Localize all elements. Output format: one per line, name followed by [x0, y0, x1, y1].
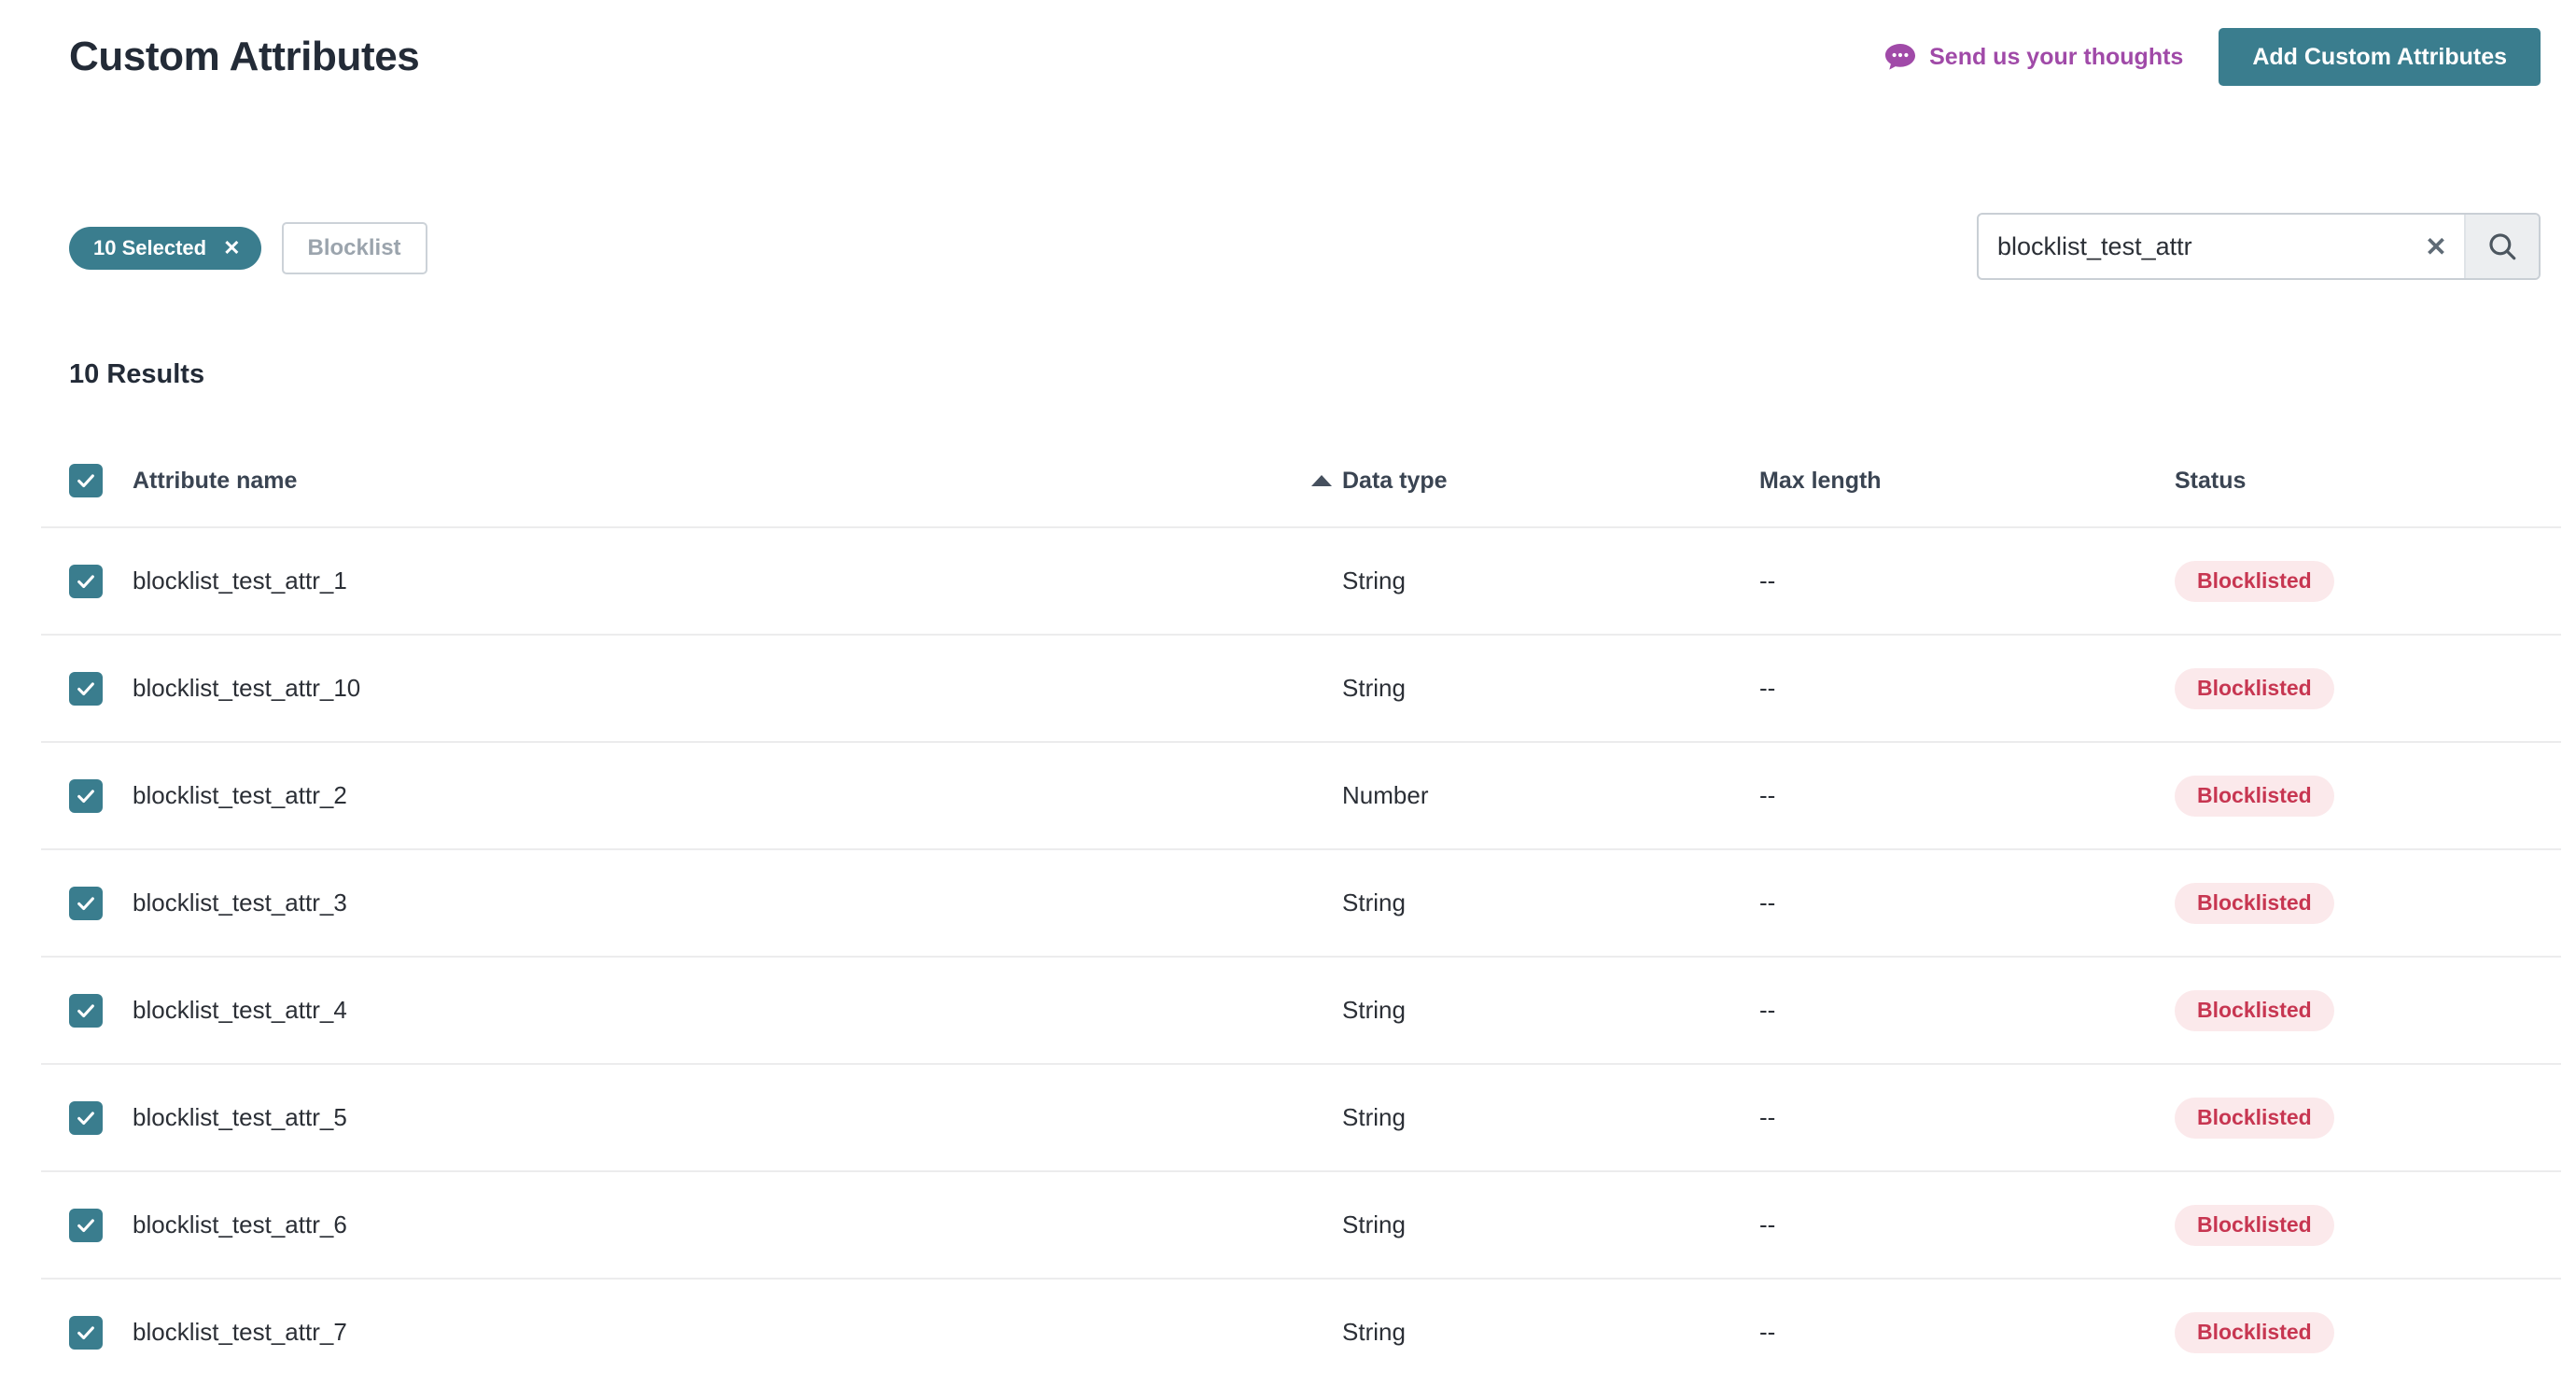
status-badge: Blocklisted	[2175, 1097, 2334, 1139]
row-checkbox[interactable]	[69, 1315, 103, 1350]
clear-search-icon[interactable]: ✕	[2408, 215, 2464, 278]
data-type-cell: String	[1342, 996, 1406, 1024]
row-name-cell: blocklist_test_attr_7	[69, 1315, 1342, 1350]
max-length-cell: --	[1759, 674, 1776, 702]
table-row[interactable]: blocklist_test_attr_5 String -- Blocklisted	[41, 1065, 2561, 1172]
status-badge: Blocklisted	[2175, 1311, 2334, 1353]
status-badge: Blocklisted	[2175, 1204, 2334, 1246]
row-name-cell: blocklist_test_attr_2	[69, 778, 1342, 813]
sort-ascending-icon[interactable]	[1311, 475, 1332, 486]
data-type-cell: String	[1342, 1210, 1406, 1238]
status-cell: Blocklisted	[2175, 775, 2561, 817]
attribute-name: blocklist_test_attr_7	[133, 1318, 347, 1346]
row-name-cell: blocklist_test_attr_4	[69, 993, 1342, 1028]
column-header-data-type[interactable]: Data type	[1342, 468, 1759, 495]
row-name-cell: blocklist_test_attr_10	[69, 671, 1342, 706]
table-row[interactable]: blocklist_test_attr_10 String -- Blockliste…	[41, 636, 2561, 743]
status-cell: Blocklisted	[2175, 882, 2561, 924]
close-icon[interactable]: ✕	[223, 238, 240, 259]
status-cell: Blocklisted	[2175, 560, 2561, 602]
select-all-checkbox[interactable]	[69, 464, 103, 497]
blocklist-button[interactable]: Blocklist	[281, 222, 427, 274]
attribute-name: blocklist_test_attr_2	[133, 781, 347, 809]
row-checkbox[interactable]	[69, 564, 103, 598]
status-cell: Blocklisted	[2175, 1097, 2561, 1139]
search-input[interactable]	[1979, 215, 2408, 278]
data-type-cell: Number	[1342, 781, 1429, 809]
table-row[interactable]: blocklist_test_attr_4 String -- Blocklisted	[41, 958, 2561, 1065]
table-body: blocklist_test_attr_1 String -- Blocklisted…	[41, 528, 2561, 1385]
add-custom-attributes-button[interactable]: Add Custom Attributes	[2219, 28, 2541, 86]
selected-count-chip[interactable]: 10 Selected ✕	[69, 227, 261, 270]
column-header-label-name: Attribute name	[133, 467, 298, 494]
row-name-cell: blocklist_test_attr_1	[69, 564, 1342, 598]
custom-attributes-page: Custom Attributes Send us your thoughts …	[0, 0, 2576, 1385]
attribute-name: blocklist_test_attr_4	[133, 996, 347, 1024]
table-row[interactable]: blocklist_test_attr_3 String -- Blocklisted	[41, 850, 2561, 958]
data-type-cell: String	[1342, 567, 1406, 595]
status-badge: Blocklisted	[2175, 882, 2334, 924]
results-count: 10 Results	[69, 359, 205, 389]
max-length-cell: --	[1759, 567, 1776, 595]
max-length-cell: --	[1759, 781, 1776, 809]
row-checkbox[interactable]	[69, 886, 103, 920]
max-length-cell: --	[1759, 1210, 1776, 1238]
attribute-name: blocklist_test_attr_3	[133, 888, 347, 916]
status-badge: Blocklisted	[2175, 667, 2334, 709]
row-checkbox[interactable]	[69, 671, 103, 706]
row-name-cell: blocklist_test_attr_3	[69, 886, 1342, 920]
attribute-name: blocklist_test_attr_5	[133, 1103, 347, 1131]
status-cell: Blocklisted	[2175, 1311, 2561, 1353]
table-header-row: Attribute name Data type Max length Stat…	[41, 435, 2561, 528]
page-title: Custom Attributes	[69, 34, 420, 79]
page-header: Custom Attributes Send us your thoughts …	[0, 0, 2576, 123]
data-type-cell: String	[1342, 1103, 1406, 1131]
column-header-status[interactable]: Status	[2175, 468, 2561, 495]
status-cell: Blocklisted	[2175, 667, 2561, 709]
speech-bubble-icon	[1884, 43, 1916, 71]
data-type-cell: String	[1342, 1318, 1406, 1346]
max-length-cell: --	[1759, 1318, 1776, 1346]
max-length-cell: --	[1759, 1103, 1776, 1131]
status-badge: Blocklisted	[2175, 775, 2334, 817]
table-row[interactable]: blocklist_test_attr_2 Number -- Blocklisted	[41, 743, 2561, 850]
status-badge: Blocklisted	[2175, 560, 2334, 602]
data-type-cell: String	[1342, 888, 1406, 916]
max-length-cell: --	[1759, 996, 1776, 1024]
feedback-link-label: Send us your thoughts	[1929, 43, 2184, 70]
attribute-name: blocklist_test_attr_1	[133, 567, 347, 595]
attribute-name: blocklist_test_attr_6	[133, 1210, 347, 1238]
row-checkbox[interactable]	[69, 1208, 103, 1242]
filter-row: 10 Selected ✕ Blocklist	[69, 222, 427, 274]
send-us-your-thoughts-link[interactable]: Send us your thoughts	[1884, 43, 2183, 71]
row-name-cell: blocklist_test_attr_5	[69, 1100, 1342, 1135]
row-checkbox[interactable]	[69, 1100, 103, 1135]
search-icon[interactable]	[2464, 215, 2539, 278]
row-checkbox[interactable]	[69, 993, 103, 1028]
status-cell: Blocklisted	[2175, 1204, 2561, 1246]
max-length-cell: --	[1759, 888, 1776, 916]
row-checkbox[interactable]	[69, 778, 103, 813]
row-name-cell: blocklist_test_attr_6	[69, 1208, 1342, 1242]
table-row[interactable]: blocklist_test_attr_1 String -- Blocklisted	[41, 528, 2561, 636]
status-badge: Blocklisted	[2175, 989, 2334, 1031]
selected-count-label: 10 Selected	[93, 236, 207, 259]
attributes-table: Attribute name Data type Max length Stat…	[41, 435, 2561, 1385]
table-row[interactable]: blocklist_test_attr_7 String -- Blocklisted	[41, 1280, 2561, 1385]
status-cell: Blocklisted	[2175, 989, 2561, 1031]
attribute-name: blocklist_test_attr_10	[133, 674, 361, 702]
data-type-cell: String	[1342, 674, 1406, 702]
search-bar: ✕	[1977, 213, 2541, 280]
column-header-max-length[interactable]: Max length	[1759, 468, 2175, 495]
column-header-attribute-name[interactable]: Attribute name	[69, 464, 1342, 497]
table-row[interactable]: blocklist_test_attr_6 String -- Blocklisted	[41, 1172, 2561, 1280]
header-actions: Send us your thoughts Add Custom Attribu…	[1884, 28, 2541, 86]
